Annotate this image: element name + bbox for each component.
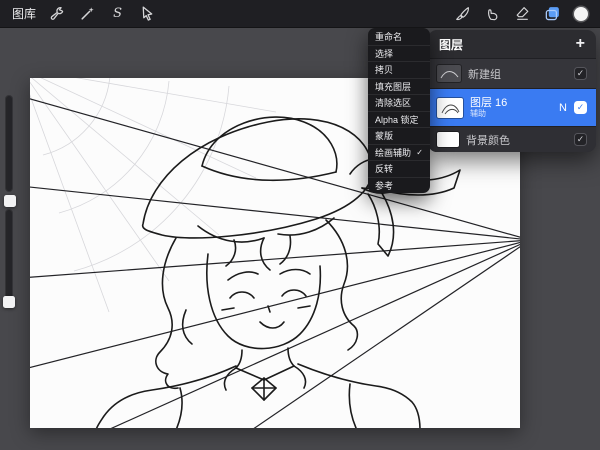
layer-name-wrap: 图层 16 辅助 [470, 97, 552, 119]
layer-assist-subtitle: 辅助 [470, 109, 552, 118]
menu-item-label: 绘画辅助 [375, 146, 411, 159]
layers-panel-header: 图层 + [428, 30, 596, 58]
blend-mode-badge[interactable]: N [559, 102, 567, 114]
brush-sidebar [2, 95, 18, 304]
menu-item-select[interactable]: 选择 [368, 45, 430, 62]
menu-item-label: 参考 [375, 179, 393, 192]
modify-button[interactable] [4, 195, 16, 207]
layer-name: 新建组 [468, 66, 567, 82]
color-swatch[interactable] [574, 7, 588, 21]
layers-panel-title: 图层 [439, 36, 463, 53]
menu-item-clear[interactable]: 清除选区 [368, 94, 430, 111]
menu-item-rename[interactable]: 重命名 [368, 28, 430, 45]
procreate-app: 图库 S [0, 0, 600, 450]
layers-icon[interactable] [544, 5, 561, 22]
adjustments-wand-icon[interactable] [79, 5, 96, 22]
gallery-button[interactable]: 图库 [12, 5, 36, 22]
menu-item-label: Alpha 锁定 [375, 113, 419, 126]
layer-name: 背景颜色 [466, 132, 567, 148]
add-layer-button[interactable]: + [576, 36, 585, 52]
brush-size-slider[interactable] [5, 95, 13, 192]
actions-wrench-icon[interactable] [49, 5, 66, 22]
menu-item-alpha-lock[interactable]: Alpha 锁定 [368, 111, 430, 128]
menu-item-label: 填充图层 [375, 80, 411, 93]
eraser-icon[interactable] [514, 5, 531, 22]
layer-thumbnail [437, 65, 461, 82]
layer-name: 图层 16 [470, 97, 552, 110]
layer-visibility-checkbox[interactable]: ✓ [574, 101, 587, 114]
layer-options-menu: 重命名 选择 拷贝 填充图层 清除选区 Alpha 锁定 蒙版 绘画辅助 ✓ 反… [368, 28, 430, 193]
menu-item-label: 反转 [375, 162, 393, 175]
opacity-slider[interactable] [5, 209, 13, 304]
menu-item-copy[interactable]: 拷贝 [368, 61, 430, 78]
brush-icon[interactable] [454, 5, 471, 22]
menu-item-reference[interactable]: 参考 [368, 177, 430, 194]
menu-item-mask[interactable]: 蒙版 [368, 127, 430, 144]
menu-item-label: 选择 [375, 47, 393, 60]
layer-row-selected[interactable]: 图层 16 辅助 N ✓ [428, 88, 596, 126]
layer-visibility-checkbox[interactable]: ✓ [574, 133, 587, 146]
topbar-left: 图库 S [12, 5, 156, 22]
menu-item-invert[interactable]: 反转 [368, 160, 430, 177]
topbar: 图库 S [0, 0, 600, 28]
menu-item-fill-layer[interactable]: 填充图层 [368, 78, 430, 95]
layer-thumbnail [437, 98, 463, 118]
layer-visibility-checkbox[interactable]: ✓ [574, 67, 587, 80]
selection-letter: S [113, 5, 122, 22]
menu-item-drawing-assist[interactable]: 绘画辅助 ✓ [368, 144, 430, 161]
menu-item-label: 清除选区 [375, 96, 411, 109]
layer-row-group[interactable]: 新建组 ✓ [428, 58, 596, 88]
menu-item-label: 蒙版 [375, 129, 393, 142]
checkmark-icon: ✓ [416, 148, 423, 157]
layer-row-background[interactable]: 背景颜色 ✓ [428, 126, 596, 152]
topbar-right [454, 5, 588, 22]
opacity-slider-handle[interactable] [3, 296, 15, 308]
selection-icon[interactable]: S [109, 5, 126, 22]
smudge-finger-icon[interactable] [484, 5, 501, 22]
layer-thumbnail [437, 132, 459, 147]
menu-item-label: 重命名 [375, 30, 402, 43]
transform-arrow-icon[interactable] [139, 5, 156, 22]
menu-item-label: 拷贝 [375, 63, 393, 76]
layers-panel: 图层 + 新建组 ✓ 图层 16 辅助 N ✓ 背景颜色 ✓ [428, 30, 596, 152]
